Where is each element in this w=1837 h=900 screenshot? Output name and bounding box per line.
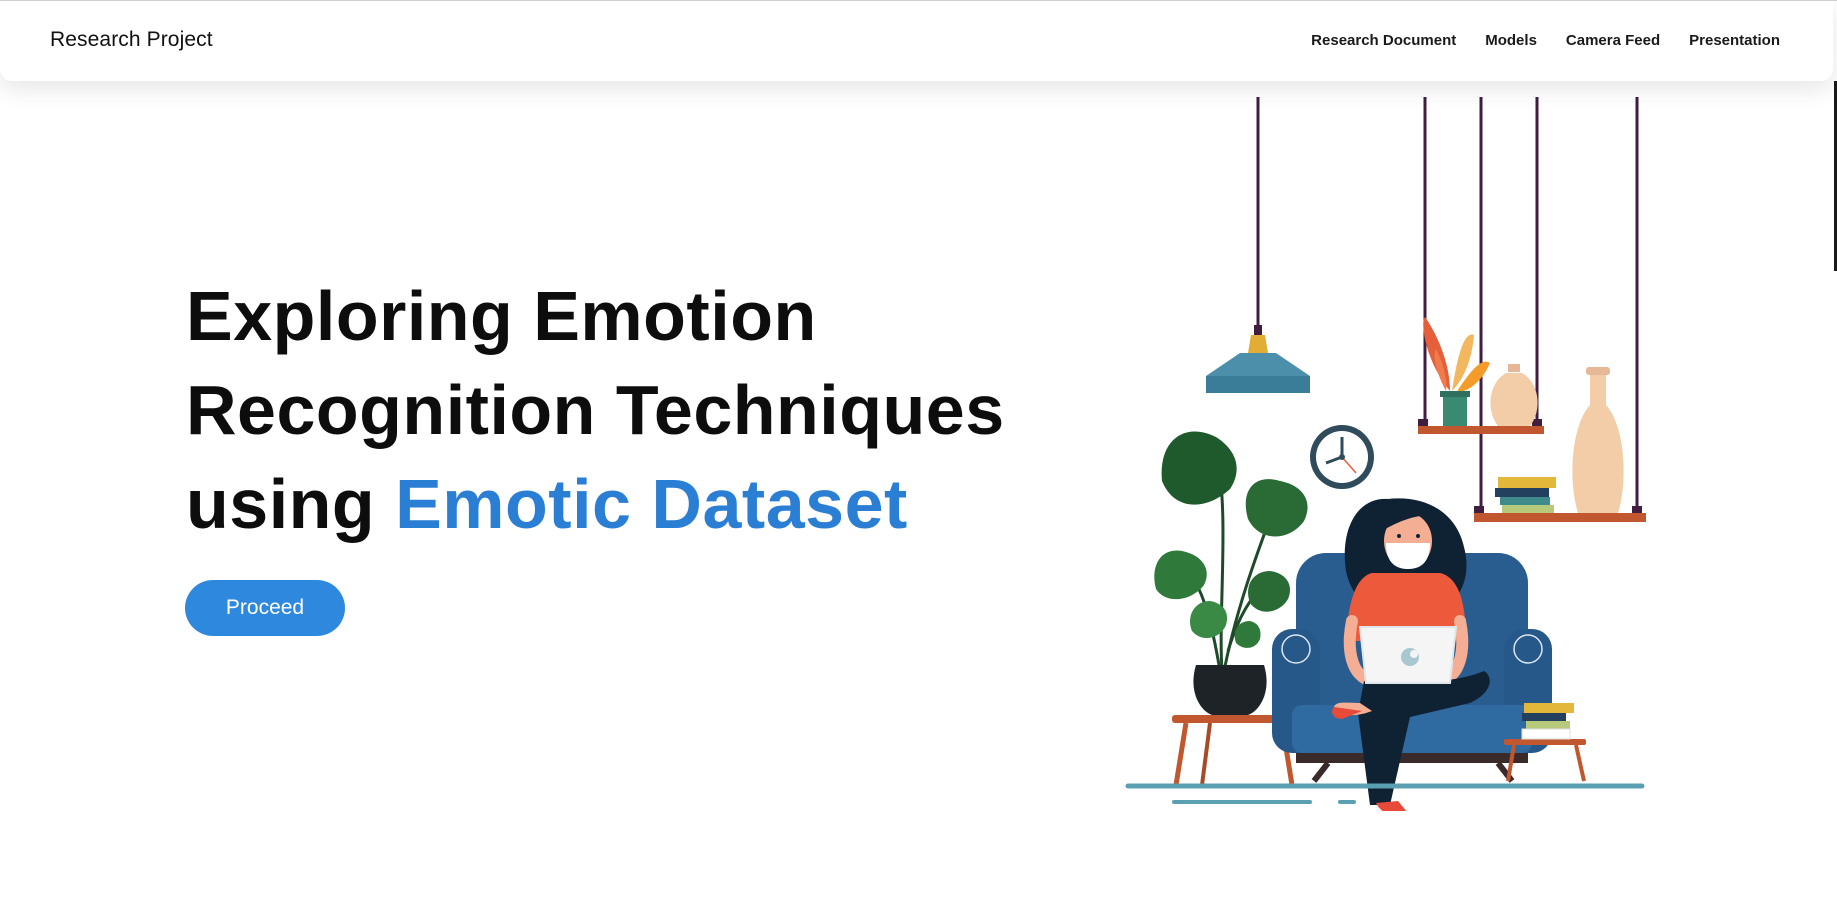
hero-title-line-3-prefix: using <box>186 465 396 543</box>
page: Research Project Research Document Model… <box>0 0 1837 900</box>
tall-vase-icon <box>1572 367 1624 513</box>
proceed-button[interactable]: Proceed <box>185 580 345 636</box>
hero-title-line-2: Recognition Techniques <box>186 371 1005 449</box>
hero-title: Exploring Emotion Recognition Techniques… <box>186 269 1005 551</box>
nav-research-document-link[interactable]: Research Document <box>1311 32 1456 49</box>
nav-models-link[interactable]: Models <box>1485 32 1537 49</box>
woman-figure <box>1332 498 1490 811</box>
lower-shelf <box>1474 506 1646 522</box>
top-navbar: Research Project Research Document Model… <box>0 1 1833 81</box>
book-stack-icon <box>1495 477 1556 513</box>
wall-clock-icon <box>1310 425 1374 489</box>
hero-title-line-1: Exploring Emotion <box>186 277 817 355</box>
small-vase-icon <box>1490 364 1538 426</box>
brand-title[interactable]: Research Project <box>50 28 213 52</box>
hero-title-highlight: Emotic Dataset <box>395 465 908 543</box>
pendant-lamp-icon <box>1206 325 1310 393</box>
nav-links: Research Document Models Camera Feed Pre… <box>1311 32 1780 49</box>
nav-presentation-link[interactable]: Presentation <box>1689 32 1780 49</box>
nav-camera-feed-link[interactable]: Camera Feed <box>1566 32 1660 49</box>
woman-working-on-laptop-in-armchair-icon <box>1125 97 1646 811</box>
plant-pot-icon <box>1193 665 1267 715</box>
